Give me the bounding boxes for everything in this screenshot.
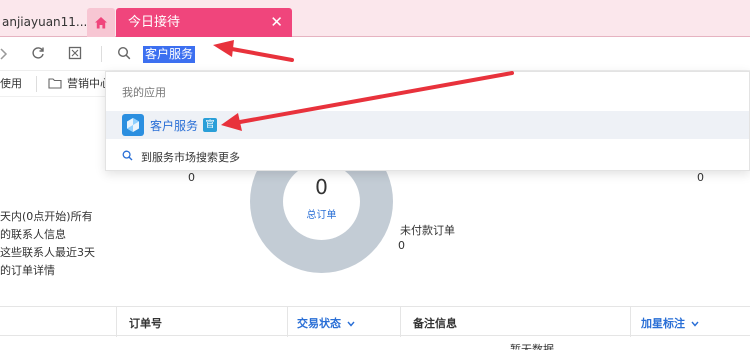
stat-value-right: 0 [697,171,704,184]
tab-strip: anjiayuan11... 今日接待 ✕ [0,0,750,37]
chevron-down-icon [347,321,355,327]
info-description: 天内(0点开始)所有 的联系人信息 这些联系人最近3天 的订单详情 [0,208,100,280]
home-icon [95,16,107,28]
address-toolbar: 客户服务 [0,37,750,71]
orders-table-header: 订单号 交易状态 备注信息 加星标注 [0,306,750,337]
column-divider [116,307,117,337]
customer-service-app-icon [122,114,144,136]
unpaid-orders-label: 未付款订单 [400,224,455,237]
browser-window: anjiayuan11... 今日接待 ✕ 客户服务 使用 营销中心 0 0 天… [0,0,750,350]
search-input[interactable]: 客户服务 [143,46,196,63]
search-icon [122,150,133,161]
dropdown-section-title: 我的应用 [122,86,166,99]
search-icon[interactable] [117,46,131,60]
total-orders-label[interactable]: 总订单 [283,206,360,221]
column-divider [630,307,631,337]
column-divider [400,307,401,337]
column-remarks: 备注信息 [413,317,457,330]
column-trade-status[interactable]: 交易状态 [297,315,355,331]
search-market-more-link[interactable]: 到服务市场搜索更多 [122,149,240,165]
desc-line: 的订单详情 [0,264,55,277]
official-badge: 官 [203,118,217,132]
donut-center: 0 总订单 [283,163,360,240]
stat-value-left: 0 [188,171,195,184]
chevron-down-icon [691,321,699,327]
close-icon[interactable]: ✕ [270,8,283,37]
tab-label: 今日接待 [128,15,181,30]
bookmark-item[interactable]: 使用 [0,77,22,91]
empty-table-text: 暂无数据 [510,343,554,350]
toolbar-divider [101,46,102,62]
tab-user-account[interactable]: anjiayuan11... [0,8,86,36]
suggestion-item-customer-service[interactable]: 客户服务 官 [106,111,749,139]
desc-line: 这些联系人最近3天 [0,246,95,259]
refresh-icon[interactable] [31,46,45,60]
desc-line: 的联系人信息 [0,228,66,241]
desc-line: 天内(0点开始)所有 [0,210,93,223]
suggestion-app-name: 客户服务 [150,119,199,133]
forward-icon[interactable] [0,48,8,60]
bookmark-divider [36,76,37,92]
search-suggestions-dropdown: 我的应用 客户服务 官 到服务市场搜索更多 [105,71,750,171]
total-orders-value: 0 [315,175,328,199]
column-label: 加星标注 [641,317,685,330]
column-star-mark[interactable]: 加星标注 [641,315,699,331]
column-divider [287,307,288,337]
page-icon[interactable] [68,46,82,60]
unpaid-orders-value: 0 [398,239,405,252]
column-label: 交易状态 [297,317,341,330]
tab-today-reception[interactable]: 今日接待 ✕ [116,8,292,37]
folder-icon [48,78,62,89]
column-order-number: 订单号 [129,317,162,330]
more-link-label: 到服务市场搜索更多 [141,151,240,164]
tab-home[interactable] [87,8,115,37]
